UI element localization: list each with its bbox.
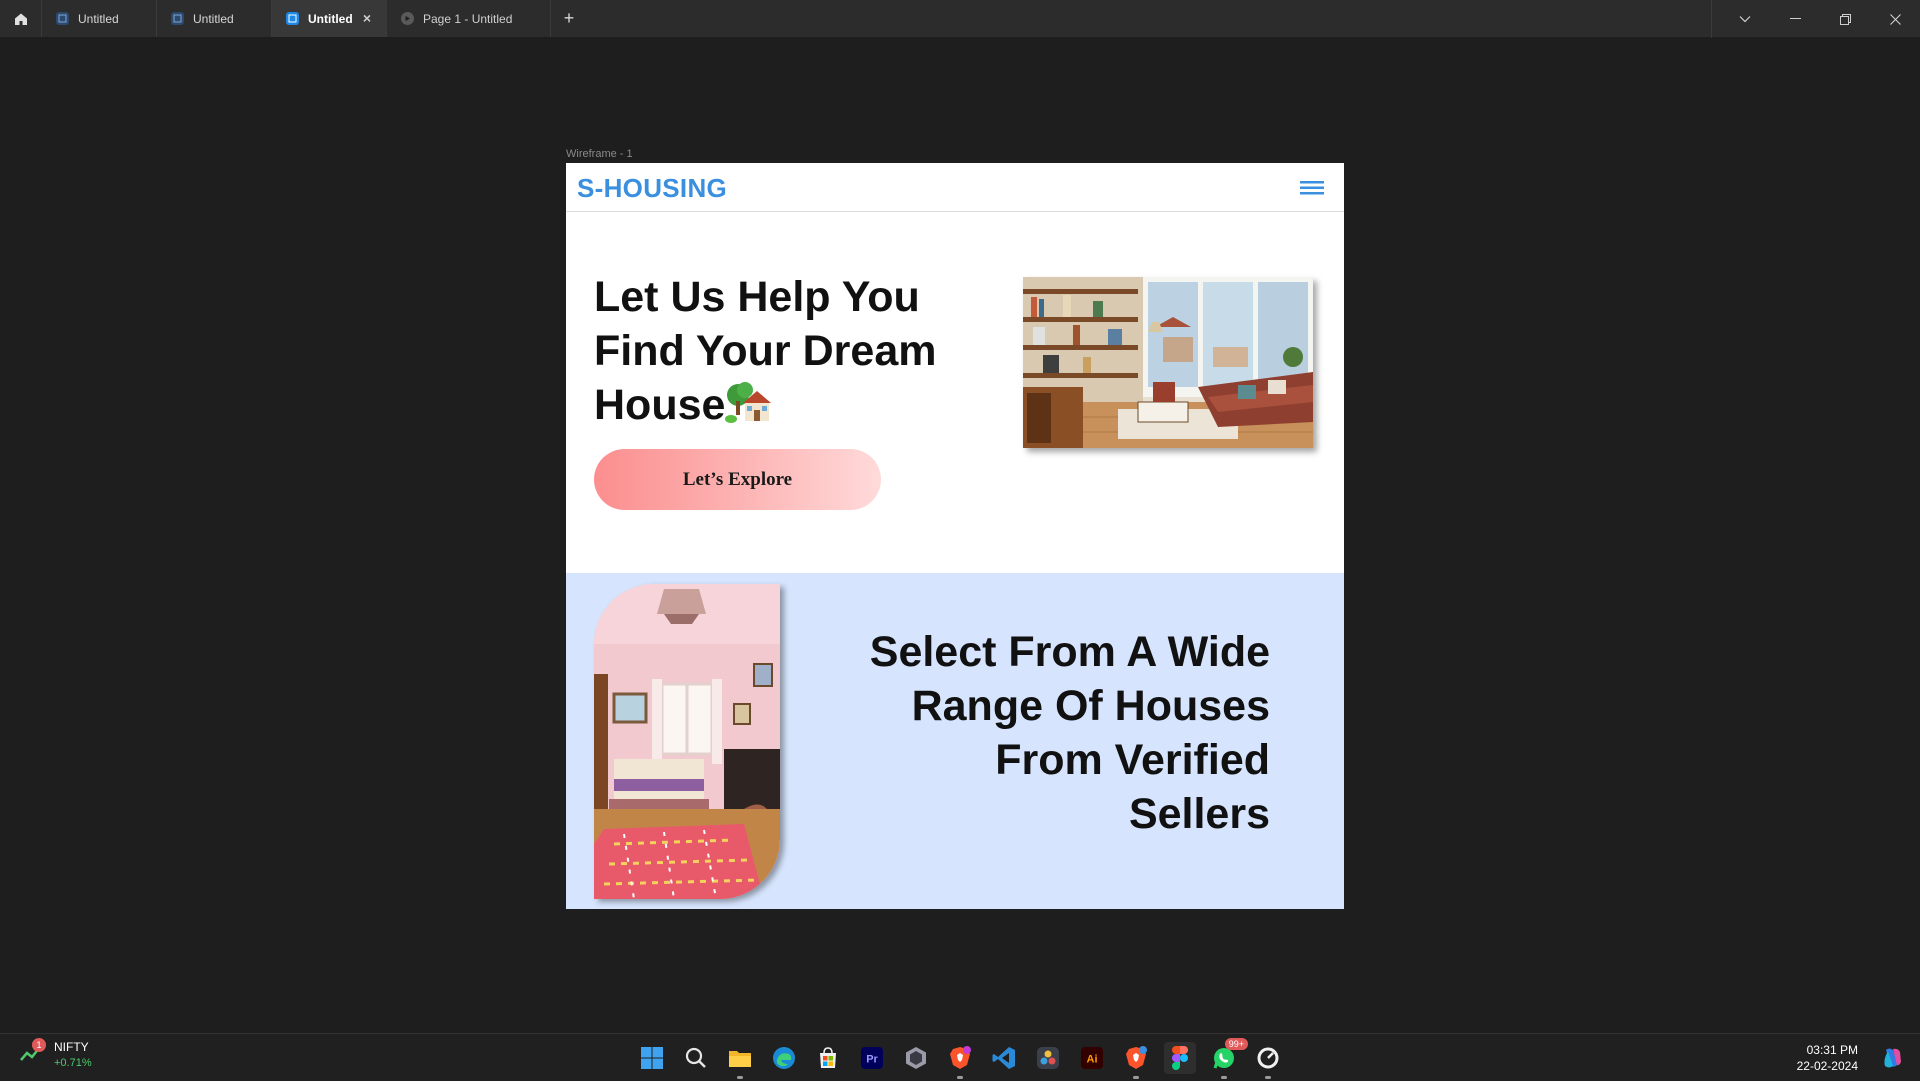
figma-icon[interactable] (1164, 1042, 1196, 1074)
tab-untitled-1[interactable]: Untitled (42, 0, 157, 37)
close-window-button[interactable] (1870, 0, 1920, 38)
figma-file-icon (56, 12, 69, 25)
site-header: S-HOUSING (566, 163, 1344, 212)
chevron-down-icon (1739, 16, 1751, 23)
tabs-dropdown-button[interactable] (1720, 0, 1770, 38)
clock-time: 03:31 PM (1806, 1043, 1858, 1057)
file-explorer-icon[interactable] (724, 1042, 756, 1079)
tab-bar: Untitled Untitled Untitled × Page 1 - Un… (0, 0, 1920, 38)
home-button[interactable] (0, 0, 42, 37)
restore-icon (1839, 13, 1851, 25)
tab-label: Page 1 - Untitled (423, 11, 513, 26)
frame-label[interactable]: Wireframe - 1 (566, 148, 633, 160)
edge-browser-icon[interactable] (768, 1042, 800, 1074)
stock-widget-text: NIFTY +0.71% (54, 1040, 92, 1069)
widget-badge: 1 (32, 1038, 46, 1052)
tab-untitled-3[interactable]: Untitled × (272, 0, 387, 37)
windows-start-icon[interactable] (636, 1042, 668, 1074)
search-icon[interactable] (680, 1042, 712, 1074)
hamburger-menu-button[interactable] (1300, 179, 1324, 197)
close-tab-icon[interactable]: × (360, 11, 374, 25)
site-logo[interactable]: S-HOUSING (577, 173, 727, 204)
hero-section: Let Us Help You Find Your Dream House Le… (566, 212, 1344, 573)
window-controls (1711, 0, 1920, 38)
copilot-icon[interactable] (1880, 1046, 1904, 1070)
stock-name: NIFTY (54, 1040, 89, 1054)
premiere-pro-icon[interactable]: Pr (856, 1042, 888, 1074)
figma-file-icon (286, 12, 299, 25)
tab-label: Untitled (193, 11, 234, 26)
section-title: Select From A Wide Range Of Houses From … (869, 628, 1270, 838)
stock-chart-icon: 1 (18, 1038, 46, 1068)
whatsapp-icon[interactable]: 99+ (1208, 1038, 1248, 1079)
minimize-icon (1789, 18, 1801, 19)
home-icon (14, 13, 27, 25)
pink-room-image (594, 584, 780, 899)
clock-date: 22-02-2024 (1796, 1059, 1858, 1073)
stock-widget[interactable]: 1 NIFTY +0.71% (18, 1038, 92, 1069)
notification-badge: 99+ (1224, 1038, 1248, 1050)
tab-page-1[interactable]: Page 1 - Untitled (387, 0, 551, 37)
hexagon-app-icon[interactable] (900, 1042, 932, 1074)
house-with-garden-icon (725, 382, 772, 423)
new-tab-button[interactable]: + (551, 0, 587, 37)
menu-icon (1300, 181, 1324, 195)
davinci-resolve-icon[interactable] (1032, 1042, 1064, 1074)
tab-label: Untitled (78, 11, 119, 26)
stock-change: +0.71% (54, 1057, 92, 1069)
tab-label: Untitled (308, 11, 353, 26)
wireframe-frame[interactable]: S-HOUSING Let Us Help You Find Your Drea… (566, 163, 1344, 909)
prototype-play-icon (401, 12, 414, 25)
lets-explore-button[interactable]: Let’s Explore (594, 449, 881, 510)
brave-browser-icon-2[interactable] (1120, 1042, 1152, 1079)
restore-button[interactable] (1820, 0, 1870, 38)
illustrator-icon[interactable]: Ai (1076, 1042, 1108, 1074)
svg-text:Pr: Pr (866, 1054, 878, 1066)
vscode-icon[interactable] (988, 1042, 1020, 1074)
taskbar-apps: Pr Ai 99+ (636, 1038, 1284, 1079)
verified-sellers-section: Select From A Wide Range Of Houses From … (566, 573, 1344, 909)
figma-file-icon (171, 12, 184, 25)
microsoft-store-icon[interactable] (812, 1042, 844, 1074)
close-icon (1889, 13, 1901, 25)
system-clock[interactable]: 03:31 PM 22-02-2024 (1797, 1042, 1858, 1074)
minimize-button[interactable] (1770, 0, 1820, 38)
tab-untitled-2[interactable]: Untitled (157, 0, 272, 37)
living-room-image (1023, 277, 1313, 448)
svg-text:Ai: Ai (1087, 1054, 1098, 1066)
windows-taskbar: 1 NIFTY +0.71% Pr Ai 99+ 03:31 PM 22-02-… (0, 1033, 1920, 1081)
clock-app-icon[interactable] (1252, 1042, 1284, 1079)
hero-title: Let Us Help You Find Your Dream House (594, 270, 964, 432)
brave-browser-icon[interactable] (944, 1042, 976, 1079)
